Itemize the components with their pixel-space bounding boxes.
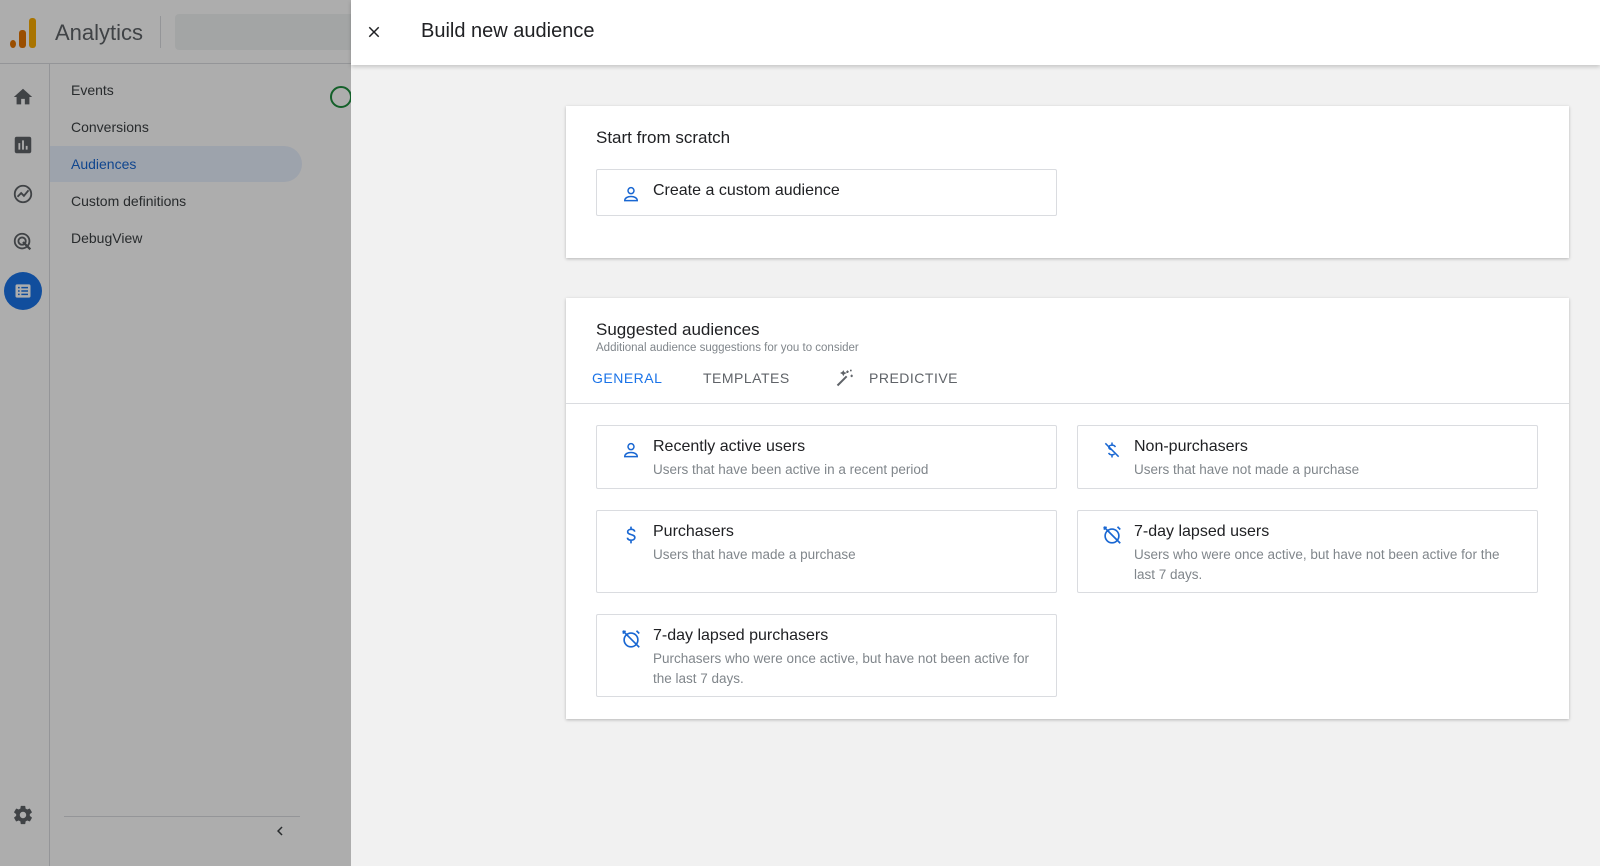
tab-predictive[interactable]: PREDICTIVE [835,368,959,404]
start-from-scratch-card: Start from scratch Create a custom audie… [566,106,1569,258]
option-recently-active-users[interactable]: Recently active users Users that have be… [596,425,1057,489]
drawer-title: Build new audience [421,20,595,42]
create-custom-audience-button[interactable]: Create a custom audience [596,169,1057,216]
option-description: Users who were once active, but have not… [1134,547,1500,582]
option-title: 7-day lapsed users [1134,523,1270,540]
tab-predictive-label: PREDICTIVE [869,370,959,386]
option-non-purchasers[interactable]: Non-purchasers Users that have not made … [1077,425,1538,489]
alarm-off-icon [619,627,643,651]
tab-general[interactable]: GENERAL [592,370,662,404]
option-title: 7-day lapsed purchasers [653,627,829,644]
suggested-subtitle: Additional audience suggestions for you … [596,342,859,354]
option-7-day-lapsed-purchasers[interactable]: 7-day lapsed purchasers Purchasers who w… [596,614,1057,697]
custom-audience-label: Create a custom audience [653,182,840,199]
close-icon[interactable] [360,18,388,46]
option-description: Purchasers who were once active, but hav… [653,651,1029,686]
option-title: Purchasers [653,523,734,540]
tab-templates[interactable]: TEMPLATES [703,370,790,404]
person-icon [619,182,643,206]
drawer-header: Build new audience [351,0,1600,65]
option-description: Users that have been active in a recent … [653,462,929,477]
option-description: Users that have not made a purchase [1134,462,1360,477]
person-icon [619,438,643,462]
no-money-icon [1100,438,1124,462]
option-title: Non-purchasers [1134,438,1248,455]
option-title: Recently active users [653,438,806,455]
suggested-title: Suggested audiences [596,320,760,339]
suggested-tabs: GENERAL TEMPLATES PREDICTIVE [566,368,1569,404]
dollar-icon [619,523,643,547]
option-7-day-lapsed-users[interactable]: 7-day lapsed users Users who were once a… [1077,510,1538,593]
magic-wand-icon [835,368,855,391]
suggested-audiences-card: Suggested audiences Additional audience … [566,298,1569,719]
alarm-off-icon [1100,523,1124,547]
option-description: Users that have made a purchase [653,547,856,562]
scratch-title: Start from scratch [596,128,731,147]
build-audience-drawer: Build new audience Start from scratch Cr… [351,0,1600,866]
option-purchasers[interactable]: Purchasers Users that have made a purcha… [596,510,1057,593]
